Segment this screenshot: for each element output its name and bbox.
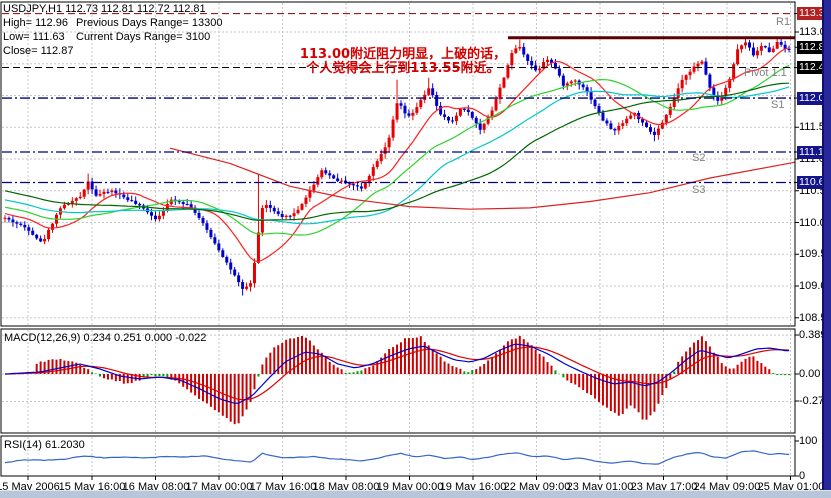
level-label-S3: S3 [692,184,706,196]
annotation-text: 113.00附近阻力明显，上破的话， 个人觉得会上行到113.55附近。 [238,48,568,76]
macd-indicator-label: MACD(12,26,9) 0.234 0.251 0.000 -0.022 [4,332,207,344]
annotation-line1: 113.00附近阻力明显，上破的话， [299,47,507,62]
low-label: Low= 111.63 [3,31,65,43]
chart-title: USDJPY,H1 112.73 112.81 112.72 112.81 [3,3,206,15]
level-label-S1: S1 [771,99,785,111]
rsi-tick-label: 100 [799,435,818,447]
window-bottom-border [0,490,831,498]
close-label: Close= 112.87 [3,45,74,57]
curr-range-label: Current Days Range= 3100 [76,31,211,43]
window-right-border [822,0,831,498]
rsi-indicator-label: RSI(14) 61.2030 [4,439,85,451]
level-label-S2: S2 [692,152,706,164]
prev-range-label: Previous Days Range= 13300 [76,17,223,29]
annotation-line2: 个人觉得会上行到113.55附近。 [306,61,500,76]
level-label-R1: R1 [776,16,791,28]
trading-chart-window: USDJPY,H1 112.73 112.81 112.72 112.81 Hi… [0,0,831,498]
macd-tick-label: 0.00 [799,368,821,380]
level-label-pivot: Pivot 1.1 [744,67,787,79]
high-label: High= 112.96 [3,17,68,29]
